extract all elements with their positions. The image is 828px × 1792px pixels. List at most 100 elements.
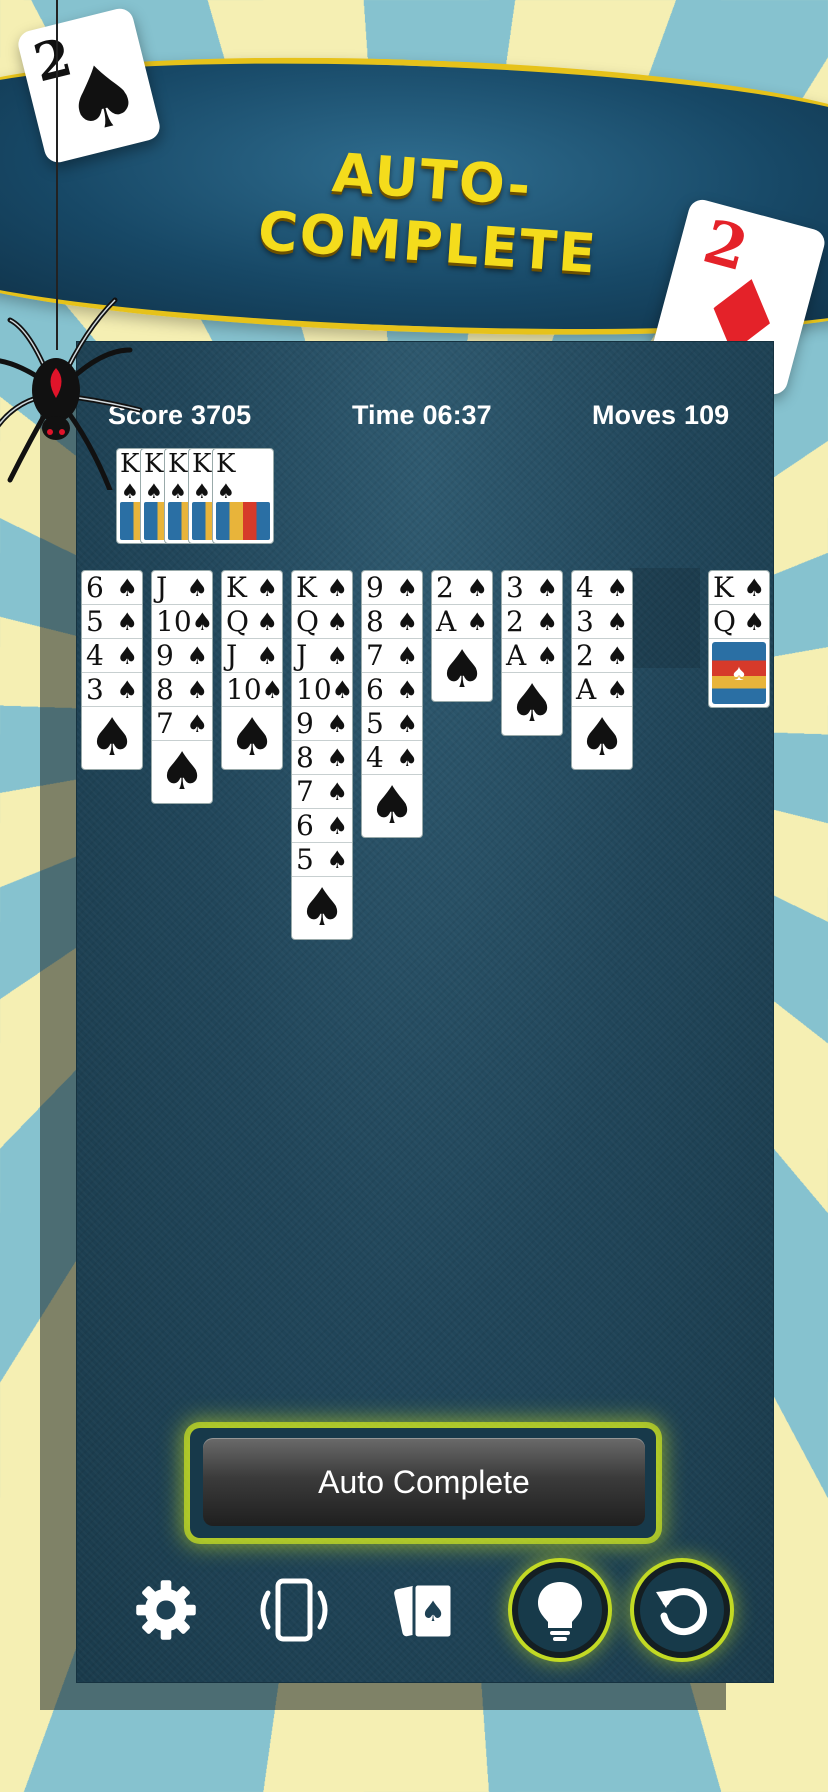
card-rank: 10 — [226, 673, 262, 706]
card-rank: 10 — [296, 673, 332, 706]
settings-button[interactable] — [124, 1568, 208, 1652]
card[interactable]: 7 ♠ — [362, 639, 422, 673]
spade-icon: ♠ — [116, 641, 138, 670]
card[interactable]: 9 ♠ — [362, 571, 422, 605]
card-rank: Q — [296, 605, 319, 638]
tableau-pile[interactable]: K ♠ Q ♠ ♠ — [708, 570, 770, 708]
card-rank: 3 — [506, 571, 524, 604]
card-rank: K — [168, 449, 188, 479]
card[interactable]: 3 ♠ — [82, 673, 142, 707]
card[interactable]: 10 ♠ — [292, 673, 352, 707]
card[interactable]: 2 ♠ — [432, 571, 492, 605]
lightbulb-icon — [538, 1582, 582, 1641]
card[interactable]: A ♠ — [432, 605, 492, 639]
spade-icon: ♠ — [169, 479, 187, 503]
spade-icon: ♠ — [228, 708, 276, 768]
card-rank: 5 — [366, 707, 384, 740]
spade-icon: ♠ — [326, 573, 348, 602]
card[interactable]: 10 ♠ — [152, 605, 212, 639]
card[interactable]: 4 ♠ — [362, 741, 422, 775]
score-value: 3705 — [191, 400, 252, 430]
auto-complete-button[interactable]: Auto Complete — [203, 1438, 645, 1526]
spade-icon: ♠ — [116, 573, 138, 602]
card[interactable]: 6 ♠ — [82, 571, 142, 605]
card-rank: 4 — [366, 741, 384, 774]
card[interactable]: 2 ♠ — [502, 605, 562, 639]
tableau-pile[interactable]: J ♠ 10 ♠ 9 ♠ 8 ♠ 7 ♠ ♠ — [151, 570, 213, 804]
card[interactable]: 5 ♠ — [292, 843, 352, 877]
card[interactable]: 3 ♠ — [502, 571, 562, 605]
card-rank: 4 — [576, 571, 594, 604]
card[interactable]: 5 ♠ — [82, 605, 142, 639]
card-rank: 6 — [296, 809, 314, 842]
spade-icon: ♠ — [396, 743, 418, 772]
empty-pile-slot[interactable] — [630, 568, 700, 668]
card[interactable]: 4 ♠ — [572, 571, 632, 605]
tableau-pile[interactable]: K ♠ Q ♠ J ♠ 10 ♠ 9 ♠ 8 ♠ 7 ♠ 6 ♠ 5 ♠ ♠ — [291, 570, 353, 940]
card[interactable]: 6 ♠ — [292, 809, 352, 843]
tableau-pile[interactable]: 4 ♠ 3 ♠ 2 ♠ A ♠ ♠ — [571, 570, 633, 770]
spade-icon: ♠ — [88, 708, 136, 768]
spade-icon: ♠ — [256, 641, 278, 670]
orientation-button[interactable] — [252, 1568, 336, 1652]
spade-icon: ♠ — [536, 573, 558, 602]
spade-icon: ♠ — [256, 573, 278, 602]
tableau-pile[interactable]: 6 ♠ 5 ♠ 4 ♠ 3 ♠ ♠ — [81, 570, 143, 770]
card[interactable]: Q ♠ — [292, 605, 352, 639]
hint-button[interactable] — [518, 1568, 602, 1652]
card-rank: 3 — [86, 673, 104, 706]
undo-button[interactable] — [640, 1568, 724, 1652]
spade-icon: ♠ — [466, 573, 488, 602]
card[interactable]: J ♠ — [292, 639, 352, 673]
card[interactable]: 10 ♠ — [222, 673, 282, 707]
card-rank: A — [576, 673, 597, 706]
spade-icon: ♠ — [606, 675, 628, 704]
time-value: 06:37 — [422, 400, 492, 430]
spade-icon: ♠ — [326, 641, 348, 670]
card[interactable]: 8 ♠ — [292, 741, 352, 775]
deal-cards-button[interactable]: ♠ — [384, 1568, 468, 1652]
card[interactable]: 9 ♠ — [152, 639, 212, 673]
card-rank: 3 — [576, 605, 594, 638]
card-rank: K — [216, 449, 236, 479]
card-rank: 9 — [296, 707, 314, 740]
card-rank: J — [156, 571, 168, 604]
tableau-pile[interactable]: K ♠ Q ♠ J ♠ 10 ♠ ♠ — [221, 570, 283, 770]
card[interactable]: 8 ♠ — [362, 605, 422, 639]
spade-icon: ♠ — [326, 709, 348, 738]
foundation-card: K ♠ — [212, 448, 274, 544]
card-rank: 8 — [296, 741, 314, 774]
card[interactable]: 7 ♠ — [292, 775, 352, 809]
card[interactable]: 6 ♠ — [362, 673, 422, 707]
card[interactable]: 3 ♠ — [572, 605, 632, 639]
time-label: Time — [352, 400, 415, 430]
card-rank: 5 — [296, 843, 314, 876]
tableau-pile[interactable]: 3 ♠ 2 ♠ A ♠ ♠ — [501, 570, 563, 736]
card[interactable]: 5 ♠ — [362, 707, 422, 741]
card[interactable]: A ♠ — [502, 639, 562, 673]
card-rank: 4 — [86, 639, 104, 672]
card[interactable]: J ♠ — [152, 571, 212, 605]
spade-icon: ♠ — [331, 675, 353, 704]
gear-icon — [136, 1580, 196, 1640]
card[interactable]: K ♠ — [292, 571, 352, 605]
card[interactable]: Q ♠ — [222, 605, 282, 639]
card[interactable]: J ♠ — [222, 639, 282, 673]
card[interactable]: 9 ♠ — [292, 707, 352, 741]
card[interactable]: K ♠ — [709, 571, 769, 605]
card-rank: 6 — [366, 673, 384, 706]
card-rank: Q — [226, 605, 249, 638]
card[interactable]: 7 ♠ — [152, 707, 212, 741]
card[interactable]: K ♠ — [222, 571, 282, 605]
spade-icon: ♠ — [606, 607, 628, 636]
card[interactable]: A ♠ — [572, 673, 632, 707]
tableau-pile[interactable]: 2 ♠ A ♠ ♠ — [431, 570, 493, 702]
card[interactable]: Q ♠ — [709, 605, 769, 639]
tableau-pile[interactable]: 9 ♠ 8 ♠ 7 ♠ 6 ♠ 5 ♠ 4 ♠ ♠ — [361, 570, 423, 838]
card[interactable]: 4 ♠ — [82, 639, 142, 673]
card[interactable]: 8 ♠ — [152, 673, 212, 707]
card[interactable]: 2 ♠ — [572, 639, 632, 673]
moves-label: Moves — [592, 400, 677, 430]
spade-icon: ♠ — [326, 607, 348, 636]
spade-icon: ♠ — [396, 573, 418, 602]
